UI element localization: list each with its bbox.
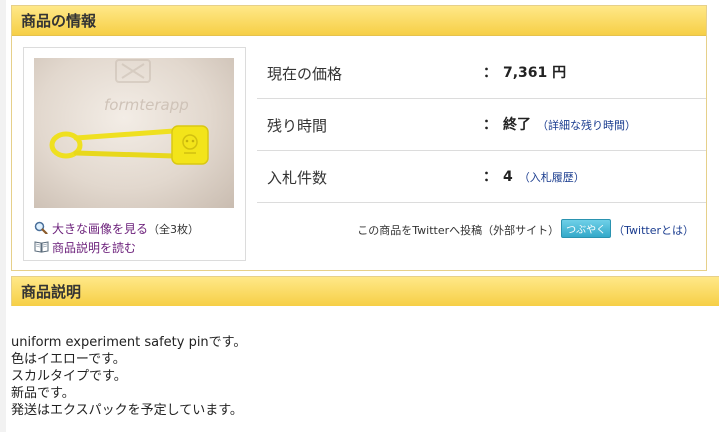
read-description-link-row: 商品説明を読む bbox=[34, 239, 136, 256]
description-line: 新品です。 bbox=[11, 386, 75, 401]
twitter-share-row: この商品をTwitterへ投稿（外部サイト） つぶやく （Twitterとは） bbox=[357, 219, 694, 238]
item-info-header: 商品の情報 bbox=[12, 6, 706, 36]
twitter-share-text: この商品をTwitterへ投稿（外部サイト） bbox=[357, 224, 560, 237]
current-price-label: 現在の価格 bbox=[267, 65, 343, 83]
description-body: uniform experiment safety pinです。 色はイエローで… bbox=[11, 334, 246, 419]
time-left-value-wrap: ：終了 （詳細な残り時間） bbox=[483, 117, 636, 133]
item-photo[interactable]: formterapp bbox=[34, 58, 234, 208]
page-left-border bbox=[0, 0, 6, 432]
item-image-box: formterapp 大きな画像を見る（全3枚） 商品説明を読む bbox=[23, 47, 246, 261]
tweet-button[interactable]: つぶやく bbox=[561, 219, 612, 238]
description-header: 商品説明 bbox=[12, 277, 719, 306]
read-description-link[interactable]: 商品説明を読む bbox=[52, 241, 136, 255]
bid-count-value: 4 bbox=[503, 169, 513, 185]
description-line: スカルタイプです。 bbox=[11, 369, 127, 384]
book-icon bbox=[34, 240, 49, 253]
svg-text:formterapp: formterapp bbox=[104, 96, 189, 114]
bid-count-value-wrap: ： 4 （入札履歴） bbox=[483, 169, 585, 185]
large-image-link[interactable]: 大きな画像を見る bbox=[52, 222, 148, 236]
description-panel: 商品説明 bbox=[11, 276, 719, 306]
current-price-row: 現在の価格 ： 7,361 円 bbox=[257, 47, 706, 99]
time-left-row: 残り時間 ：終了 （詳細な残り時間） bbox=[257, 99, 706, 151]
large-image-link-row: 大きな画像を見る（全3枚） bbox=[34, 220, 199, 237]
magnifier-icon bbox=[34, 221, 48, 235]
description-line: 色はイエローです。 bbox=[11, 352, 126, 367]
description-line: uniform experiment safety pinです。 bbox=[11, 335, 247, 350]
item-info-panel: 商品の情報 formterapp 大きな画像を見る（全3枚） 商品説明を読む 現… bbox=[11, 5, 707, 271]
bid-count-row: 入札件数 ： 4 （入札履歴） bbox=[257, 151, 706, 203]
bid-count-label: 入札件数 bbox=[267, 169, 328, 187]
about-twitter-link[interactable]: （Twitterとは） bbox=[613, 224, 694, 237]
detailed-time-link[interactable]: （詳細な残り時間） bbox=[537, 119, 636, 132]
image-count: （全3枚） bbox=[148, 223, 200, 236]
description-line: 発送はエクスパックを予定しています。 bbox=[11, 403, 243, 418]
current-price-value-wrap: ： 7,361 円 bbox=[483, 65, 567, 81]
current-price-value: 7,361 円 bbox=[503, 65, 567, 81]
time-left-label: 残り時間 bbox=[267, 117, 328, 135]
time-left-value: 終了 bbox=[503, 117, 531, 133]
bid-history-link[interactable]: （入札履歴） bbox=[519, 171, 585, 184]
